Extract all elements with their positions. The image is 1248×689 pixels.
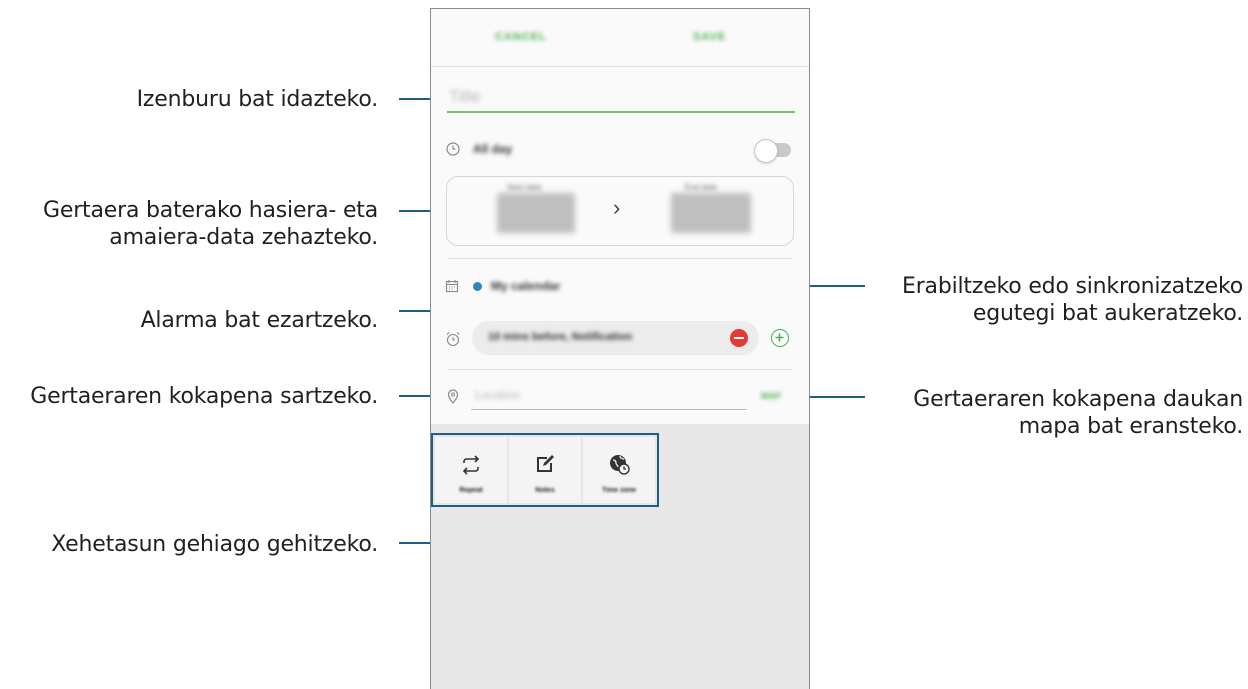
all-day-toggle[interactable] [754,139,778,163]
divider-2 [447,369,793,370]
callout-calendar-line2: egutegi bat aukeratzeko. [972,301,1243,326]
notes-label: Notes [535,487,555,494]
date-range-box[interactable]: Start date › End date [446,176,794,246]
divider-1 [447,258,793,259]
minus-icon [734,337,744,339]
save-button[interactable]: SAVE [693,31,726,43]
more-options-toolbar: Repeat Notes Time zone [431,433,659,507]
cancel-button[interactable]: CANCEL [495,31,547,43]
start-date-label: Start date [507,183,542,192]
location-input[interactable]: Location [475,388,520,402]
add-reminder-button[interactable] [771,329,789,347]
date-arrow: › [613,195,621,220]
time-zone-label: Time zone [601,487,637,494]
notes-icon [537,455,554,472]
repeat-icon [462,455,480,475]
callout-dates: Gertaera baterako hasiera- eta amaiera-d… [43,197,378,251]
start-date[interactable] [497,193,575,233]
callout-map-line2: mapa bat eransteko. [1018,414,1243,439]
callout-map-line1: Gertaeraren kokapena daukan [913,387,1243,412]
phone-screen: CANCEL SAVE Title All day Start date › E… [430,8,810,689]
callout-alarm: Alarma bat ezartzeko. [140,308,379,333]
title-underline [447,111,795,113]
callout-calendar-line1: Erabiltzeko edo sinkronizatzeko [902,274,1243,299]
plus-icon [775,333,784,342]
end-date-label: End date [685,183,718,192]
callout-calendar: Erabiltzeko edo sinkronizatzeko egutegi … [902,273,1243,327]
callout-dates-line2: amaiera-data zehazteko. [109,225,378,250]
map-button[interactable]: MAP [761,391,781,401]
notes-button[interactable]: Notes [509,437,581,503]
location-underline [471,409,747,410]
callout-location: Gertaeraren kokapena sartzeko. [30,384,378,409]
title-input[interactable]: Title [449,87,481,107]
time-zone-button[interactable]: Time zone [583,437,655,503]
remove-reminder-button[interactable] [730,329,748,347]
alarm-icon [445,331,461,352]
callout-details: Xehetasun gehiago gehitzeko. [51,532,378,557]
reminder-text: 10 mins before, Notification [488,331,633,343]
time-zone-icon [610,455,630,475]
event-form: CANCEL SAVE Title All day Start date › E… [431,9,809,424]
callout-dates-line1: Gertaera baterako hasiera- eta [43,198,378,223]
end-date[interactable] [671,193,751,233]
repeat-label: Repeat [459,487,483,494]
clock-icon [445,141,461,162]
all-day-label: All day [473,142,513,156]
location-pin-icon [446,388,460,409]
calendar-icon [445,279,459,298]
reminder-pill[interactable]: 10 mins before, Notification [472,321,759,355]
calendar-color-dot [473,282,482,291]
callout-title: Izenburu bat idazteko. [136,87,379,112]
repeat-button[interactable]: Repeat [435,437,507,503]
callout-map: Gertaeraren kokapena daukan mapa bat era… [913,386,1243,440]
calendar-selector[interactable]: My calendar [491,279,560,293]
header-divider [431,66,809,67]
